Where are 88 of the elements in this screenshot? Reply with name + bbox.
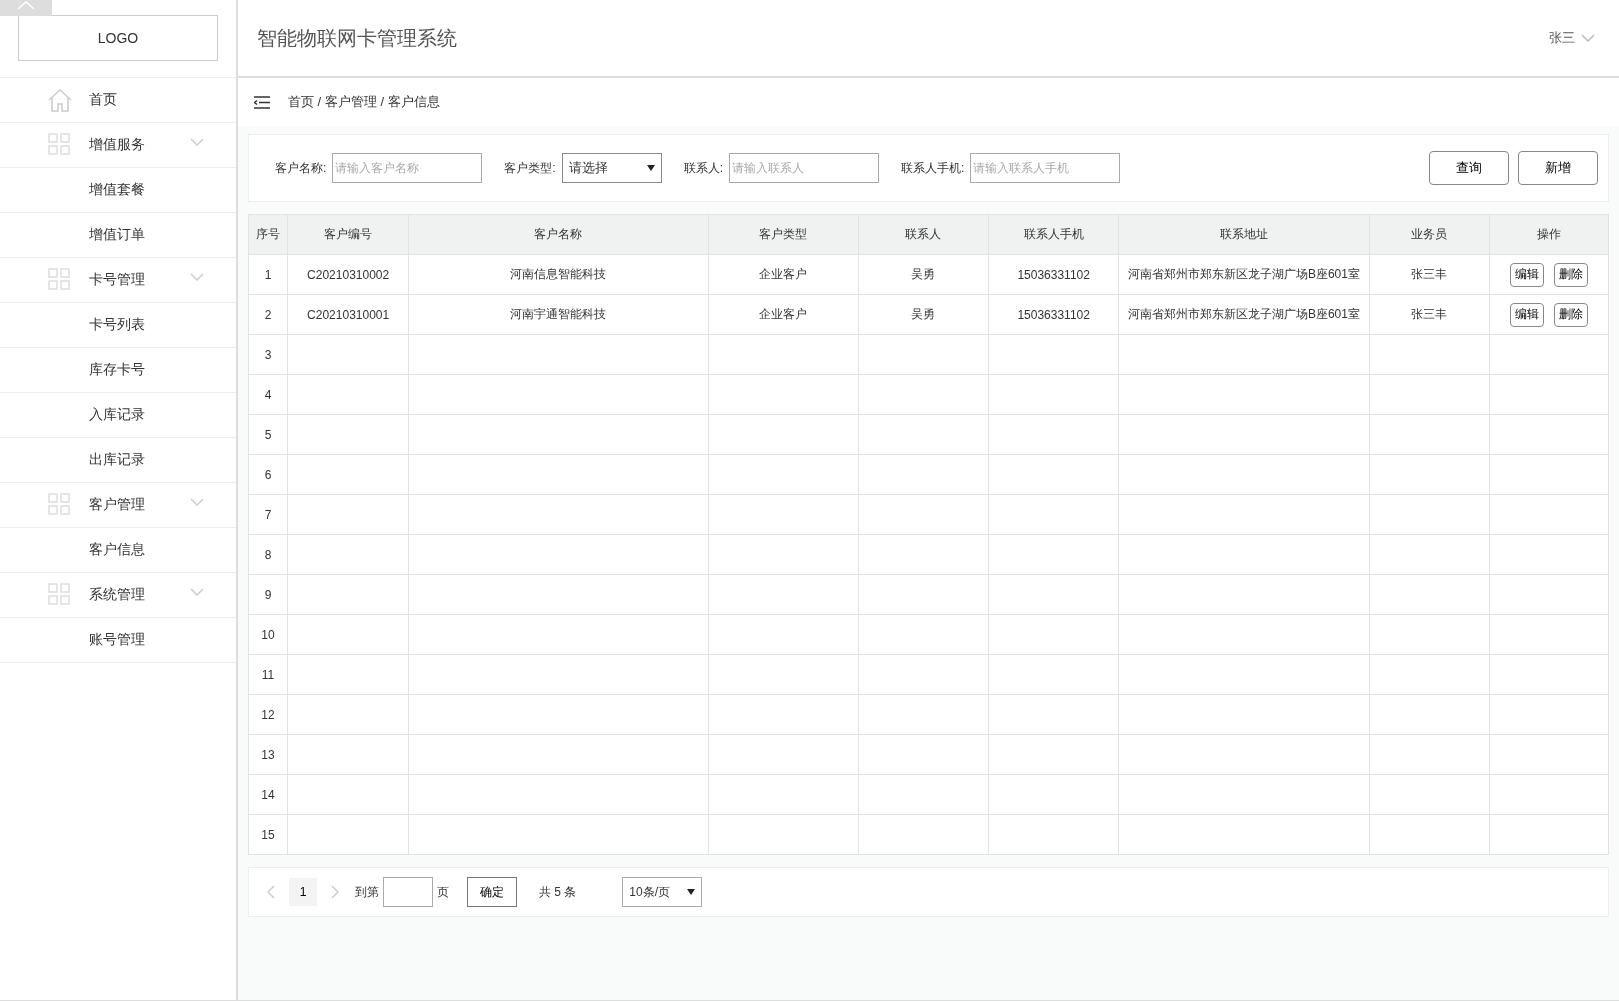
table-cell: 10 bbox=[248, 614, 288, 655]
caret-down-icon bbox=[687, 889, 696, 895]
nav-item[interactable]: 首页 bbox=[0, 78, 236, 123]
customer-type-select[interactable]: 请选择 bbox=[561, 153, 662, 183]
nav-item[interactable]: 客户信息 bbox=[0, 528, 236, 573]
nav-group[interactable]: 卡号管理 bbox=[0, 258, 236, 303]
column-header: 客户类型 bbox=[708, 214, 859, 255]
column-header: 客户编号 bbox=[287, 214, 409, 255]
row-action-button[interactable]: 删除 bbox=[1553, 302, 1588, 327]
column-header: 业务员 bbox=[1369, 214, 1490, 255]
chevron-down-icon bbox=[1581, 34, 1595, 42]
table-cell: 张三丰 bbox=[1369, 294, 1490, 335]
table-cell: 河南宇通智能科技 bbox=[408, 294, 709, 335]
table-cell: 3 bbox=[248, 334, 288, 375]
table-cell: 张三丰 bbox=[1369, 254, 1490, 295]
table-cell: 8 bbox=[248, 534, 288, 575]
table-cell: 企业客户 bbox=[708, 294, 859, 335]
caret-down-icon bbox=[646, 165, 655, 171]
row-action-button[interactable]: 删除 bbox=[1553, 262, 1588, 287]
nav-item[interactable]: 入库记录 bbox=[0, 393, 236, 438]
column-header: 联系人 bbox=[858, 214, 989, 255]
nav-item[interactable]: 卡号列表 bbox=[0, 303, 236, 348]
table-cell: 15 bbox=[248, 814, 288, 855]
breadcrumb: 首页 / 客户管理 / 客户信息 bbox=[288, 93, 440, 111]
filter-input[interactable]: 请输入联系人手机 bbox=[970, 153, 1121, 183]
table-cell: 河南省郑州市郑东新区龙子湖广场B座601室 bbox=[1118, 294, 1370, 335]
nav-item[interactable]: 增值套餐 bbox=[0, 168, 236, 213]
nav-item[interactable]: 增值订单 bbox=[0, 213, 236, 258]
nav-item[interactable]: 账号管理 bbox=[0, 618, 236, 663]
grid-icon bbox=[48, 133, 70, 155]
table-cell: 15036331102 bbox=[988, 294, 1119, 335]
grid-icon bbox=[48, 583, 70, 605]
column-header: 操作 bbox=[1489, 214, 1609, 255]
collapse-button[interactable] bbox=[0, 0, 52, 16]
action-button[interactable]: 新增 bbox=[1518, 151, 1598, 185]
user-menu[interactable]: 张三 bbox=[1543, 28, 1601, 48]
nav-group[interactable]: 系统管理 bbox=[0, 573, 236, 618]
nav-group[interactable]: 客户管理 bbox=[0, 483, 236, 528]
table-cell: 河南省郑州市郑东新区龙子湖广场B座601室 bbox=[1118, 254, 1370, 295]
table-cell: 1 bbox=[248, 254, 288, 295]
table-cell: 企业客户 bbox=[708, 254, 859, 295]
filter-label: 联系人: bbox=[683, 159, 724, 177]
table-cell: C20210310001 bbox=[287, 294, 409, 335]
table-cell: 11 bbox=[248, 654, 288, 695]
nav-group[interactable]: 增值服务 bbox=[0, 123, 236, 168]
logo: LOGO bbox=[18, 14, 218, 61]
filter-label: 客户类型: bbox=[504, 159, 556, 177]
column-header: 联系人手机 bbox=[988, 214, 1119, 255]
nav-item[interactable]: 出库记录 bbox=[0, 438, 236, 483]
filter-label: 联系人手机: bbox=[901, 159, 965, 177]
filter-label: 客户名称: bbox=[275, 159, 327, 177]
grid-icon bbox=[48, 493, 70, 515]
column-header: 客户名称 bbox=[408, 214, 709, 255]
page-unit: 页 bbox=[437, 883, 449, 901]
nav-item[interactable]: 库存卡号 bbox=[0, 348, 236, 393]
row-action-button[interactable]: 编辑 bbox=[1509, 302, 1544, 327]
table-cell: C20210310002 bbox=[287, 254, 409, 295]
page-input[interactable] bbox=[383, 877, 433, 907]
filter-input[interactable]: 请输入客户名称 bbox=[332, 153, 483, 183]
goto-label: 到第 bbox=[355, 883, 379, 901]
prev-page-icon[interactable] bbox=[267, 885, 275, 899]
table-cell: 14 bbox=[248, 774, 288, 815]
page-button[interactable]: 1 bbox=[289, 878, 317, 906]
app-title: 智能物联网卡管理系统 bbox=[257, 25, 457, 51]
table-cell: 吴勇 bbox=[858, 294, 989, 335]
table-cell: 7 bbox=[248, 494, 288, 535]
table-cell: 13 bbox=[248, 734, 288, 775]
table-cell: 12 bbox=[248, 694, 288, 735]
page-size-select[interactable]: 10条/页 bbox=[622, 877, 703, 907]
table-cell: 6 bbox=[248, 454, 288, 495]
table-cell: 15036331102 bbox=[988, 254, 1119, 295]
table-cell: 5 bbox=[248, 414, 288, 455]
next-page-icon[interactable] bbox=[331, 885, 339, 899]
total-count: 共 5 条 bbox=[539, 883, 577, 901]
table-cell: 吴勇 bbox=[858, 254, 989, 295]
menu-icon[interactable] bbox=[254, 95, 270, 109]
filter-input[interactable]: 请输入联系人 bbox=[729, 153, 880, 183]
action-button[interactable]: 查询 bbox=[1429, 151, 1509, 185]
table-cell: 河南信息智能科技 bbox=[408, 254, 709, 295]
grid-icon bbox=[48, 268, 70, 290]
column-header: 序号 bbox=[248, 214, 288, 255]
table-cell: 2 bbox=[248, 294, 288, 335]
confirm-button[interactable]: 确定 bbox=[467, 877, 517, 907]
column-header: 联系地址 bbox=[1118, 214, 1370, 255]
table-cell: 4 bbox=[248, 374, 288, 415]
row-action-button[interactable]: 编辑 bbox=[1509, 262, 1544, 287]
home-icon bbox=[48, 88, 72, 112]
table-cell: 9 bbox=[248, 574, 288, 615]
